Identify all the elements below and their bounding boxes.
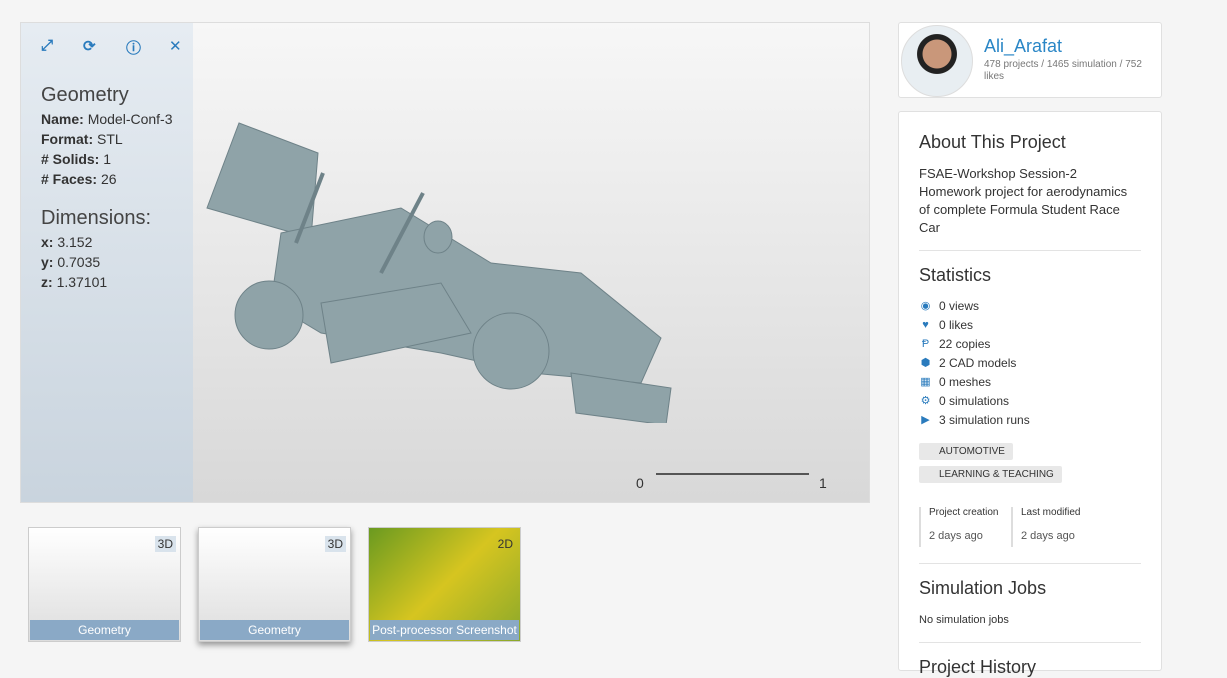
modified-label: Last modified: [1021, 507, 1081, 518]
tag-automotive[interactable]: AUTOMOTIVE: [919, 443, 1013, 460]
about-card: About This Project FSAE-Workshop Session…: [898, 111, 1162, 677]
name-row: Name: Model-Conf-3: [41, 111, 173, 127]
thumbnail-badge: 3D: [154, 536, 176, 552]
name-value: Model-Conf-3: [87, 111, 173, 127]
stat-copies: Ᵽ 22 copies: [919, 334, 1141, 353]
dim-z: z: 1.37101: [41, 274, 173, 290]
thumbnail-geometry-1[interactable]: 3D Geometry: [28, 527, 181, 642]
user-name-link[interactable]: Ali_Arafat: [984, 36, 1062, 57]
play-circle-icon: ▶: [921, 414, 930, 426]
cube-icon: ⬢: [920, 357, 931, 369]
refresh-icon[interactable]: ⟳: [83, 37, 96, 55]
thumbnail-badge: 2D: [497, 537, 513, 551]
heart-icon: ♥: [922, 318, 929, 331]
dimensions-title: Dimensions:: [41, 207, 152, 229]
stat-text: 0 views: [939, 298, 980, 313]
stat-cad-models: ⬢ 2 CAD models: [919, 353, 1141, 372]
thumbnail-caption: Geometry: [200, 620, 349, 640]
stat-likes: ♥ 0 likes: [919, 315, 1141, 334]
solids-value: 1: [103, 151, 112, 167]
x-value: 3.152: [57, 234, 93, 250]
z-value: 1.37101: [56, 274, 108, 290]
project-history-title: Project History: [919, 657, 1037, 677]
scale-min: 0: [636, 475, 644, 491]
stat-runs: ▶ 3 simulation runs: [919, 410, 1141, 429]
stat-simulations: ⚙ 0 simulations: [919, 391, 1141, 410]
stat-views: ◉ 0 views: [919, 296, 1141, 315]
geometry-title: Geometry: [41, 84, 129, 106]
3d-viewer[interactable]: ⤢ ⟳ ⓘ ✕ Geometry Name: Model-Conf-3 Form…: [20, 22, 870, 503]
dim-x: x: 3.152: [41, 234, 173, 250]
format-row: Format: STL: [41, 131, 173, 147]
solids-label: # Solids:: [41, 151, 100, 167]
created-value: 2 days ago: [929, 530, 983, 542]
thumbnail-badge: 3D: [324, 536, 346, 552]
project-creation: Project creation 2 days ago: [919, 507, 1011, 547]
stat-text: 2 CAD models: [939, 355, 1017, 370]
simulation-jobs-title: Simulation Jobs: [919, 578, 1047, 598]
avatar[interactable]: [901, 25, 973, 97]
last-modified: Last modified 2 days ago: [1011, 507, 1103, 547]
user-card: Ali_Arafat 478 projects / 1465 simulatio…: [898, 22, 1162, 98]
about-title: About This Project: [919, 132, 1066, 152]
thumbnail-geometry-2[interactable]: 3D Geometry: [198, 527, 351, 642]
car-model[interactable]: [201, 103, 701, 423]
close-icon[interactable]: ✕: [169, 37, 182, 55]
thumbnail-postprocessor[interactable]: 2D Post-processor Screenshot: [368, 527, 521, 642]
scale-max: 1: [819, 475, 827, 491]
solids-row: # Solids: 1: [41, 151, 173, 167]
about-description: FSAE-Workshop Session-2 Homework project…: [919, 166, 1128, 235]
stat-text: 0 likes: [939, 317, 974, 332]
dim-y: y: 0.7035: [41, 254, 173, 270]
statistics-title: Statistics: [919, 265, 992, 285]
y-label: y:: [41, 254, 54, 270]
grid-icon: ▦: [920, 376, 931, 388]
fork-icon: Ᵽ: [921, 337, 930, 350]
format-label: Format:: [41, 131, 94, 147]
stat-text: 3 simulation runs: [939, 412, 1030, 427]
stat-meshes: ▦ 0 meshes: [919, 372, 1141, 391]
info-icon[interactable]: ⓘ: [126, 37, 141, 58]
geometry-info-panel: ⤢ ⟳ ⓘ ✕ Geometry Name: Model-Conf-3 Form…: [21, 23, 193, 502]
faces-row: # Faces: 26: [41, 171, 173, 187]
y-value: 0.7035: [57, 254, 101, 270]
no-jobs-text: No simulation jobs: [919, 614, 1009, 626]
fullscreen-icon[interactable]: ⤢: [41, 37, 53, 54]
x-label: x:: [41, 234, 54, 250]
eye-icon: ◉: [920, 300, 931, 312]
user-stats: 478 projects / 1465 simulation / 752 lik…: [984, 59, 1142, 82]
tag-learning-teaching[interactable]: LEARNING & TEACHING: [919, 466, 1062, 483]
z-label: z:: [41, 274, 53, 290]
stat-text: 0 simulations: [939, 393, 1010, 408]
scale-bar: [656, 473, 809, 475]
stat-text: 0 meshes: [939, 374, 992, 389]
format-value: STL: [97, 131, 123, 147]
gears-icon: ⚙: [920, 395, 931, 407]
thumbnail-caption: Post-processor Screenshot: [370, 620, 519, 640]
thumbnail-caption: Geometry: [30, 620, 179, 640]
modified-value: 2 days ago: [1021, 530, 1075, 542]
stat-text: 22 copies: [939, 336, 991, 351]
name-label: Name:: [41, 111, 84, 127]
faces-value: 26: [100, 171, 117, 187]
faces-label: # Faces:: [41, 171, 98, 187]
created-label: Project creation: [929, 507, 999, 518]
